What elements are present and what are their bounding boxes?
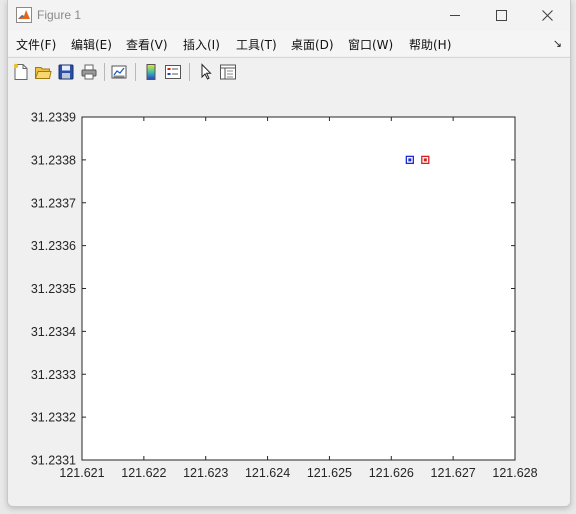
- x-tick-label: 121.623: [183, 466, 228, 480]
- close-icon: [541, 10, 553, 21]
- menu-desktop[interactable]: 桌面(D): [291, 36, 334, 53]
- maximize-icon: [495, 10, 507, 21]
- figure-window: Figure 1 文件(F) 编辑(E) 查看(V) 插入(I) 工具(T) 桌…: [7, 0, 571, 507]
- data-point-fill: [423, 158, 427, 162]
- y-tick-label: 31.2334: [31, 325, 76, 339]
- window-title: Figure 1: [37, 8, 82, 22]
- toolbar-separator: [189, 63, 190, 81]
- link-plot-icon[interactable]: [110, 63, 128, 81]
- title-bar[interactable]: Figure 1: [8, 0, 570, 31]
- menu-bar: 文件(F) 编辑(E) 查看(V) 插入(I) 工具(T) 桌面(D) 窗口(W…: [8, 31, 570, 56]
- edit-plot-arrow-icon[interactable]: [197, 63, 215, 81]
- y-tick-label: 31.2332: [31, 411, 76, 425]
- close-button[interactable]: [524, 0, 570, 31]
- save-icon[interactable]: [57, 63, 75, 81]
- x-tick-label: 121.621: [59, 466, 104, 480]
- toolbar-separator: [104, 63, 105, 81]
- x-tick-label: 121.625: [307, 466, 352, 480]
- menu-window[interactable]: 窗口(W): [348, 36, 393, 53]
- matlab-logo-icon: [16, 7, 32, 23]
- scatter-plot[interactable]: 121.621 121.622 121.623 121.624 121.625 121.6…: [8, 86, 570, 506]
- x-tick-label: 121.627: [431, 466, 476, 480]
- y-tick-label: 31.2336: [31, 239, 76, 253]
- axes-background: [81, 116, 516, 461]
- minimize-button[interactable]: [432, 0, 478, 31]
- x-tick-label: 121.622: [121, 466, 166, 480]
- print-icon[interactable]: [80, 63, 98, 81]
- menu-tools[interactable]: 工具(T): [236, 36, 277, 53]
- data-point-fill: [408, 158, 412, 162]
- y-tick-label: 31.2339: [31, 111, 76, 125]
- menu-file[interactable]: 文件(F): [16, 36, 56, 53]
- menu-view[interactable]: 查看(V): [126, 36, 168, 53]
- y-tick-label: 31.2331: [31, 454, 76, 468]
- menu-insert[interactable]: 插入(I): [183, 36, 220, 53]
- menu-help[interactable]: 帮助(H): [409, 36, 451, 53]
- maximize-button[interactable]: [478, 0, 524, 31]
- open-file-icon[interactable]: [34, 63, 52, 81]
- y-tick-label: 31.2335: [31, 282, 76, 296]
- insert-colorbar-icon[interactable]: [142, 63, 160, 81]
- plot-area: 121.621 121.622 121.623 121.624 121.625 121.6…: [8, 86, 570, 506]
- menu-edit[interactable]: 编辑(E): [71, 36, 112, 53]
- y-tick-label: 31.2333: [31, 368, 76, 382]
- dock-arrow-icon[interactable]: ↘: [553, 37, 562, 50]
- figure-toolbar: [8, 57, 570, 87]
- toolbar-separator: [135, 63, 136, 81]
- new-figure-icon[interactable]: [12, 63, 30, 81]
- x-tick-label: 121.626: [369, 466, 414, 480]
- x-tick-label: 121.628: [492, 466, 537, 480]
- y-tick-label: 31.2338: [31, 153, 76, 167]
- x-tick-label: 121.624: [245, 466, 290, 480]
- open-property-inspector-icon[interactable]: [219, 63, 237, 81]
- insert-legend-icon[interactable]: [164, 63, 182, 81]
- minimize-icon: [450, 15, 460, 16]
- y-tick-label: 31.2337: [31, 196, 76, 210]
